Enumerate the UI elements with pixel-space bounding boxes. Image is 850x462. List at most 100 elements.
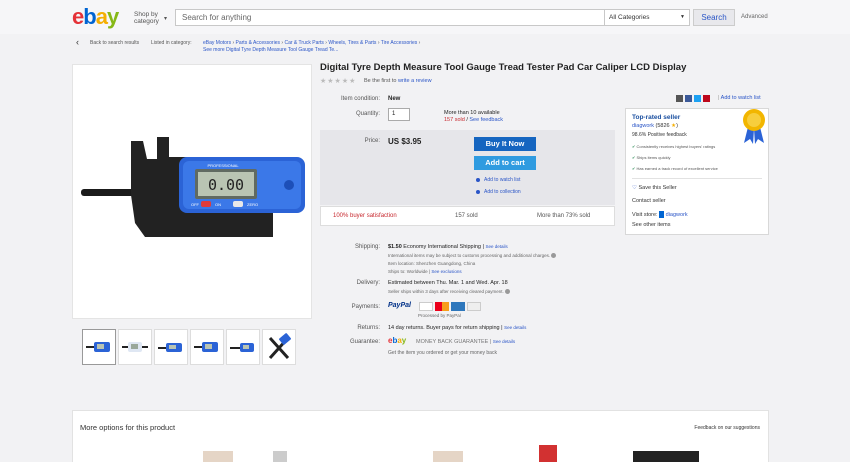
more-options-panel: More options for this product Feedback o… [72,410,769,462]
seller-bullet-text: Ships items quickly [636,155,671,160]
price-value: US $3.95 [388,137,422,146]
seller-name-row: diagwork (5826 ★) [632,123,678,129]
mastercard-icon [435,302,449,311]
logo-letter: e [72,4,84,29]
thumbnail[interactable] [118,329,152,365]
ebay-guarantee-logo: ebay [388,336,407,345]
product-thumbnail[interactable] [633,451,699,462]
see-more-text: See more Digital Tyre Depth Measure Tool… [203,47,339,53]
add-to-collection-link[interactable]: Add to collection [476,189,521,195]
returns-details-link[interactable]: See details [504,325,526,330]
sold-feedback: 157 sold / See feedback [444,117,503,123]
breadcrumb-item[interactable]: Wheels, Tires & Parts [328,40,376,46]
see-exclusions-link[interactable]: See exclusions [431,269,461,274]
product-thumbnail[interactable] [273,451,287,462]
condition-value: New [388,96,401,102]
see-more-link[interactable]: See more Digital Tyre Depth Measure Tool… [203,47,338,53]
thumbnail[interactable] [154,329,188,365]
product-thumbnail[interactable] [539,445,557,462]
guarantee-label: Guarantee: [349,339,380,345]
search-input[interactable]: Search for anything [175,9,605,26]
save-seller-link[interactable]: ♡ Save this Seller [632,185,677,191]
depth-gauge-illustration: 0.00 PROFESSIONAL OFF ON ZERO [81,137,305,237]
amex-icon [451,302,465,311]
star-icon: ★ [671,123,677,129]
breadcrumb-item[interactable]: Car & Truck Parts [284,40,323,46]
more-options-title: More options for this product [80,423,176,432]
see-feedback-link[interactable]: See feedback [469,117,503,123]
breadcrumb-item[interactable]: eBay Motors [203,40,231,46]
feedback-suggestions-link[interactable]: Feedback on our suggestions [694,425,760,431]
store-name-link[interactable]: diagwork [666,212,688,218]
ships-to-text: Ships to: Worldwide [388,269,428,274]
heart-icon: ♡ [632,185,637,191]
seller-name-link[interactable]: diagwork [632,123,654,129]
check-icon: ✔ [632,166,636,171]
advanced-search-link[interactable]: Advanced [741,14,768,20]
shop-by-line1: Shop by [134,11,158,18]
price-label: Price: [364,138,380,144]
back-to-results-link[interactable]: Back to search results [90,40,139,46]
contact-seller-link[interactable]: Contact seller [632,198,666,204]
facebook-icon[interactable] [685,95,692,102]
category-select[interactable]: All Categories ▼ [604,9,690,26]
seller-rating: (5826 [655,123,670,129]
logo-letter: a [95,4,108,29]
percent-sold: More than 73% sold [537,213,591,219]
shipping-price: $1.50 [388,244,402,250]
seller-bullet: ✔ Consistently receives highest buyers' … [632,144,715,149]
guarantee-text: MONEY BACK GUARANTEE [416,339,489,345]
item-location: Item location: Shenzhen Guangdong, China [388,261,476,266]
logo-letter: y [106,4,119,29]
info-icon[interactable] [551,253,557,259]
search-button[interactable]: Search [693,9,735,26]
divider [632,178,762,179]
breadcrumb-item[interactable]: Tire Accessories [381,40,418,46]
write-review-link[interactable]: write a review [398,78,432,84]
twitter-icon[interactable] [694,95,701,102]
product-thumbnail[interactable] [203,451,233,462]
thumbnail[interactable] [82,329,116,365]
buy-it-now-button[interactable]: Buy It Now [474,137,536,151]
visit-store-label: Visit store: [632,211,658,218]
breadcrumb: eBay Motors › Parts & Accessories › Car … [203,40,421,46]
chevron-down-icon[interactable]: ▾ [164,15,167,22]
shop-by-category[interactable]: Shop by category [134,11,159,25]
add-to-watch-list-text: Add to watch list [484,177,521,183]
add-to-watch-list-link[interactable]: Add to watch list [476,177,520,183]
pinterest-icon[interactable] [703,95,710,102]
thumbnail[interactable] [190,329,224,365]
info-icon[interactable] [505,289,511,295]
visa-icon [419,302,433,311]
delivery-note-text: Seller ships within 3 days after receivi… [388,289,504,294]
breadcrumb-item[interactable]: Parts & Accessories [236,40,280,46]
email-icon[interactable] [676,95,683,102]
header-bar: ebay Shop by category ▾ Search for anyth… [0,0,850,34]
chevron-down-icon: ▼ [680,14,685,20]
add-to-cart-button[interactable]: Add to cart [474,156,536,170]
shipping-method: Economy International Shipping [403,244,481,250]
guarantee-details-link[interactable]: See details [493,339,515,344]
add-watch-list-top-text: Add to watch list [720,95,761,101]
available-text: More than 10 available [444,110,500,116]
sold-text: 157 sold [444,117,465,123]
back-arrow-icon[interactable]: ‹ [76,37,79,47]
product-main-image[interactable]: 0.00 PROFESSIONAL OFF ON ZERO [72,64,312,319]
review-prompt: Be the first to write a review [364,78,432,84]
see-other-items-link[interactable]: See other items [632,222,671,228]
product-title: Digital Tyre Depth Measure Tool Gauge Tr… [320,62,687,73]
product-thumbnail[interactable] [433,451,463,462]
buyer-satisfaction: 100% buyer satisfaction [333,213,397,219]
shipping-details-link[interactable]: See details [485,244,507,249]
thumbnail[interactable] [226,329,260,365]
add-watch-list-top[interactable]: | Add to watch list [718,95,761,101]
thumbnail[interactable] [262,329,296,365]
discover-icon [467,302,481,311]
quantity-input[interactable]: 1 [388,108,410,121]
seller-bullet: ✔ Has earned a track record of excellent… [632,166,718,171]
listed-in-label: Listed in category: [151,40,192,46]
rating-stars: ★★★★★ [320,78,357,85]
store-icon [659,211,665,218]
ebay-logo[interactable]: ebay [72,4,119,30]
ships-to: Ships to: Worldwide | See exclusions [388,269,462,274]
